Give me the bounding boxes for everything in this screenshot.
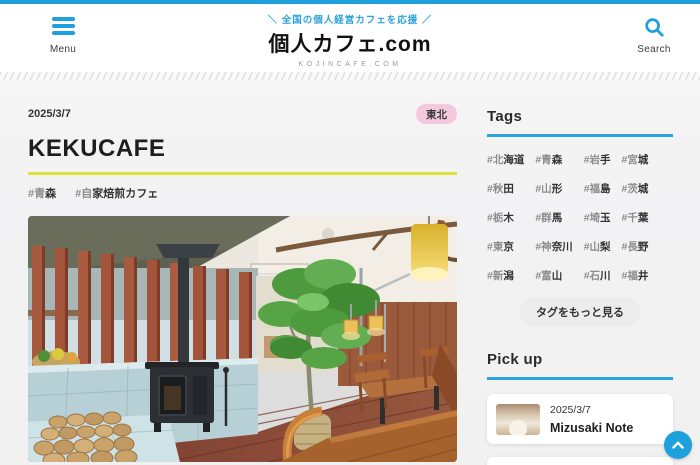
pickup-list: 2025/3/7 Mizusaki Note 2025/3/7 Mont Caf… — [487, 394, 673, 465]
prefecture-tag[interactable]: #福島 — [584, 181, 611, 196]
chevron-up-icon — [672, 436, 684, 454]
pickup-date: 2025/3/7 — [550, 404, 633, 416]
prefecture-tag[interactable]: #北海道 — [487, 152, 524, 167]
article-tag[interactable]: #自家焙煎カフェ — [75, 185, 158, 201]
sidebar: Tags #北海道 #青森 #岩手 #宮城 #秋田 #山形 #福島 #茨城 #栃… — [487, 108, 673, 465]
tags-heading: Tags — [487, 108, 673, 125]
prefecture-tag[interactable]: #福井 — [622, 268, 649, 283]
header-stripes-divider — [0, 72, 700, 80]
site-brand[interactable]: ＼ 全国の個人経営カフェを応援 ／ 個人カフェ.com KOJINCAFE.CO… — [0, 12, 700, 68]
more-tags-button[interactable]: タグをもっと見る — [519, 298, 641, 326]
article-tag[interactable]: #青森 — [28, 185, 56, 201]
prefecture-tag[interactable]: #茨城 — [622, 181, 649, 196]
prefecture-tag[interactable]: #宮城 — [622, 152, 649, 167]
prefecture-tag[interactable]: #埼玉 — [584, 210, 611, 225]
title-underline — [28, 172, 457, 175]
pickup-card[interactable]: 2025/3/7 Mont Cafe — [487, 457, 673, 465]
article-tag-list: #青森 #自家焙煎カフェ — [28, 185, 457, 201]
search-icon — [643, 25, 665, 42]
prefecture-tag[interactable]: #千葉 — [622, 210, 649, 225]
pickup-heading: Pick up — [487, 351, 673, 368]
site-tagline: ＼ 全国の個人経営カフェを応援 ／ — [0, 12, 700, 26]
prefecture-tag-cloud: #北海道 #青森 #岩手 #宮城 #秋田 #山形 #福島 #茨城 #栃木 #群馬… — [487, 152, 673, 283]
article-date: 2025/3/7 — [28, 108, 71, 120]
pickup-thumbnail — [496, 404, 540, 435]
site-subtitle: KOJINCAFE.COM — [0, 61, 700, 68]
prefecture-tag[interactable]: #山形 — [535, 181, 572, 196]
site-header: Menu ＼ 全国の個人経営カフェを応援 ／ 個人カフェ.com KOJINCA… — [0, 4, 700, 72]
article-title: KEKUCAFE — [28, 135, 457, 163]
search-button[interactable]: Search — [632, 16, 676, 55]
prefecture-tag[interactable]: #長野 — [622, 239, 649, 254]
prefecture-tag[interactable]: #石川 — [584, 268, 611, 283]
prefecture-tag[interactable]: #富山 — [535, 268, 572, 283]
prefecture-tag[interactable]: #新潟 — [487, 268, 524, 283]
pickup-card[interactable]: 2025/3/7 Mizusaki Note — [487, 394, 673, 444]
region-badge[interactable]: 東北 — [416, 104, 457, 124]
pickup-title: Mizusaki Note — [550, 421, 633, 435]
site-title: 個人カフェ.com — [0, 28, 700, 58]
prefecture-tag[interactable]: #神奈川 — [535, 239, 572, 254]
cafe-interior-illustration — [28, 216, 457, 462]
prefecture-tag[interactable]: #青森 — [535, 152, 572, 167]
prefecture-tag[interactable]: #東京 — [487, 239, 524, 254]
scroll-to-top-button[interactable] — [664, 431, 692, 459]
tags-heading-underline — [487, 134, 673, 137]
prefecture-tag[interactable]: #岩手 — [584, 152, 611, 167]
pickup-heading-underline — [487, 377, 673, 380]
prefecture-tag[interactable]: #秋田 — [487, 181, 524, 196]
article-photo — [28, 216, 457, 462]
prefecture-tag[interactable]: #群馬 — [535, 210, 572, 225]
prefecture-tag[interactable]: #栃木 — [487, 210, 524, 225]
prefecture-tag[interactable]: #山梨 — [584, 239, 611, 254]
search-label: Search — [632, 44, 676, 55]
article-card: 2025/3/7 東北 KEKUCAFE #青森 #自家焙煎カフェ — [28, 104, 457, 462]
